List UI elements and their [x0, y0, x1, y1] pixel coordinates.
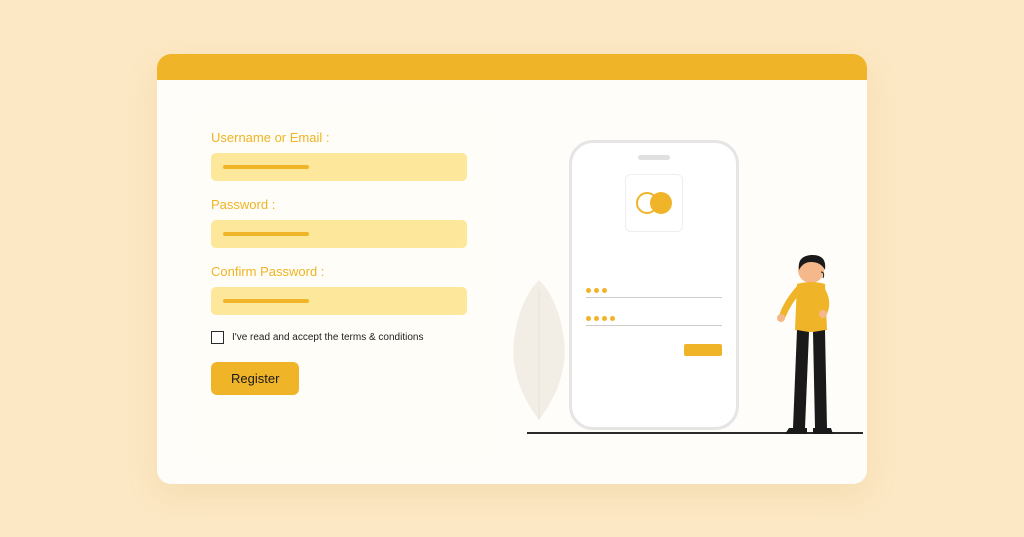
terms-label: I've read and accept the terms & conditi…	[232, 332, 423, 343]
card-body: Username or Email : Password : Confirm P…	[157, 80, 867, 484]
window-top-bar	[157, 54, 867, 80]
logo-icon	[636, 192, 672, 214]
illustration-panel	[509, 108, 835, 460]
username-label: Username or Email :	[211, 130, 467, 145]
terms-checkbox[interactable]	[211, 331, 224, 344]
password-label: Password :	[211, 197, 467, 212]
phone-mockup	[569, 140, 739, 430]
phone-button	[684, 344, 722, 356]
leaf-decoration-icon	[499, 280, 579, 420]
username-input[interactable]	[211, 153, 467, 181]
phone-notch	[638, 155, 670, 160]
phone-field-1	[586, 288, 722, 298]
phone-field-2	[586, 316, 722, 326]
register-button[interactable]: Register	[211, 362, 299, 395]
registration-card: Username or Email : Password : Confirm P…	[157, 54, 867, 484]
phone-logo-box	[625, 174, 683, 232]
person-illustration-icon	[763, 252, 843, 434]
terms-row: I've read and accept the terms & conditi…	[211, 331, 467, 344]
registration-form: Username or Email : Password : Confirm P…	[189, 108, 489, 460]
confirm-password-input[interactable]	[211, 287, 467, 315]
password-input[interactable]	[211, 220, 467, 248]
confirm-password-label: Confirm Password :	[211, 264, 467, 279]
